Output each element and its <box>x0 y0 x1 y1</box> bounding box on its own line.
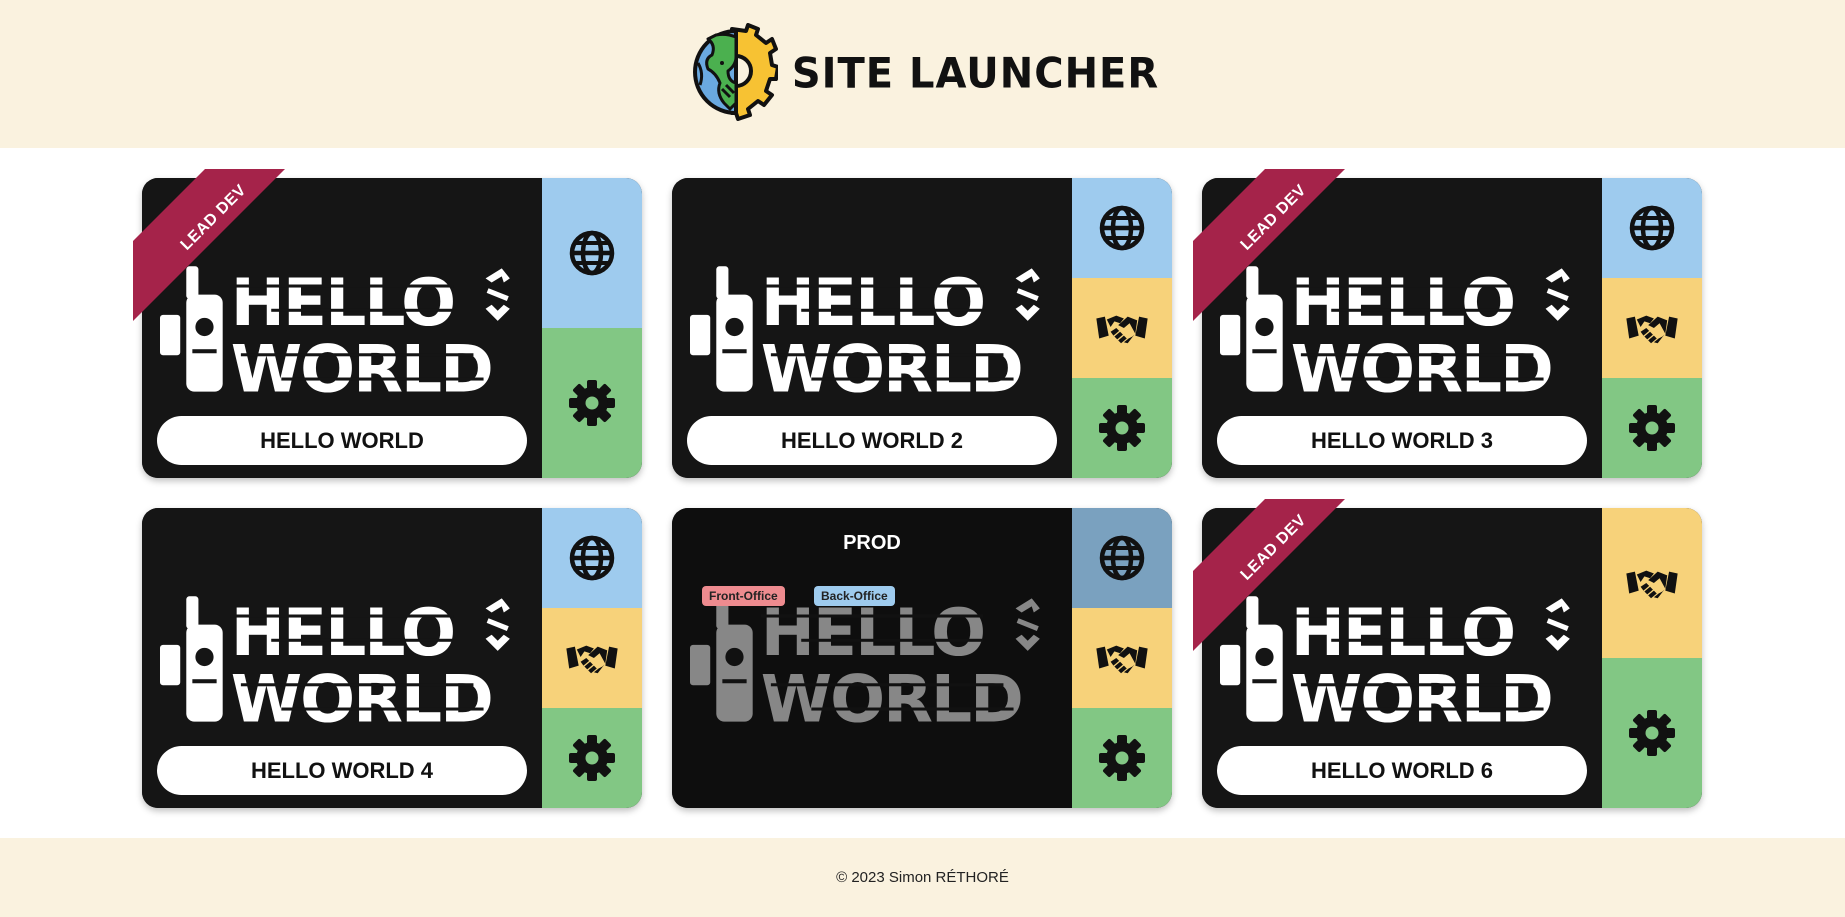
site-card: HELLO WORLD LEAD DEV <box>133 169 642 478</box>
site-name-button[interactable]: HELLO WORLD 4 <box>157 746 527 795</box>
site-card-main[interactable]: HELLO WORLD 4 <box>142 508 542 808</box>
settings-button[interactable] <box>1072 708 1172 808</box>
site-card-prod: PROD Front-Office Back-Office <box>672 508 1172 808</box>
site-grid: HELLO WORLD LEAD DEV HELLO WORLD 2 HELLO… <box>133 169 1703 808</box>
client-button[interactable] <box>542 608 642 708</box>
site-card-main[interactable]: HELLO WORLD <box>142 178 542 478</box>
settings-button[interactable] <box>1072 378 1172 478</box>
tag-front-office[interactable]: Front-Office <box>702 586 785 606</box>
globe-icon <box>568 534 616 582</box>
gear-icon <box>568 734 616 782</box>
site-card: HELLO WORLD 4 <box>142 508 642 808</box>
handshake-icon <box>1095 309 1149 347</box>
settings-button[interactable] <box>542 708 642 808</box>
app-title: SITE LAUNCHER <box>791 49 1160 99</box>
settings-button[interactable] <box>542 328 642 478</box>
hello-world-logo <box>160 594 524 726</box>
globe-icon <box>1628 204 1676 252</box>
site-name-button[interactable]: HELLO WORLD 2 <box>687 416 1057 465</box>
site-card-main[interactable]: HELLO WORLD 6 <box>1202 508 1602 808</box>
site-card-actions <box>1602 508 1702 808</box>
hello-world-logo <box>690 264 1054 396</box>
hello-world-logo <box>1220 264 1584 396</box>
site-card-main[interactable]: PROD Front-Office Back-Office <box>672 508 1072 808</box>
settings-button[interactable] <box>1602 658 1702 808</box>
globe-icon <box>568 229 616 277</box>
open-site-button[interactable] <box>1072 508 1172 608</box>
handshake-icon <box>1625 309 1679 347</box>
app-footer: © 2023 Simon RÉTHORÉ <box>0 838 1845 917</box>
site-name-button[interactable]: HELLO WORLD 3 <box>1217 416 1587 465</box>
site-card-actions <box>542 508 642 808</box>
globe-gear-icon <box>686 23 780 125</box>
open-site-button[interactable] <box>1602 178 1702 278</box>
app-header: SITE LAUNCHER <box>0 0 1845 148</box>
client-button[interactable] <box>1602 278 1702 378</box>
globe-icon <box>1098 204 1146 252</box>
gear-icon <box>1098 734 1146 782</box>
client-button[interactable] <box>1072 608 1172 708</box>
handshake-icon <box>1625 564 1679 602</box>
site-card: HELLO WORLD 6 LEAD DEV <box>1193 499 1702 808</box>
open-site-button[interactable] <box>542 178 642 328</box>
site-card-actions <box>1072 178 1172 478</box>
brand[interactable]: SITE LAUNCHER <box>686 23 1159 125</box>
site-name-button[interactable]: HELLO WORLD 6 <box>1217 746 1587 795</box>
site-card: HELLO WORLD 3 LEAD DEV <box>1193 169 1702 478</box>
handshake-icon <box>565 639 619 677</box>
copyright-text: © 2023 Simon RÉTHORÉ <box>836 869 1009 886</box>
site-card-main[interactable]: HELLO WORLD 3 <box>1202 178 1602 478</box>
open-site-button[interactable] <box>1072 178 1172 278</box>
settings-button[interactable] <box>1602 378 1702 478</box>
site-card-actions <box>542 178 642 478</box>
client-button[interactable] <box>1602 508 1702 658</box>
client-button[interactable] <box>1072 278 1172 378</box>
gear-icon <box>568 379 616 427</box>
globe-icon <box>1098 534 1146 582</box>
handshake-icon <box>1095 639 1149 677</box>
hello-world-logo <box>160 264 524 396</box>
site-card: HELLO WORLD 2 <box>672 178 1172 478</box>
site-name-button[interactable]: HELLO WORLD <box>157 416 527 465</box>
site-card-main[interactable]: HELLO WORLD 2 <box>672 178 1072 478</box>
hello-world-logo <box>690 594 1054 726</box>
hello-world-logo <box>1220 594 1584 726</box>
site-card-actions <box>1072 508 1172 808</box>
gear-icon <box>1098 404 1146 452</box>
gear-icon <box>1628 404 1676 452</box>
environment-label: PROD <box>843 532 901 554</box>
tag-back-office[interactable]: Back-Office <box>814 586 895 606</box>
open-site-button[interactable] <box>542 508 642 608</box>
site-card-actions <box>1602 178 1702 478</box>
gear-icon <box>1628 709 1676 757</box>
